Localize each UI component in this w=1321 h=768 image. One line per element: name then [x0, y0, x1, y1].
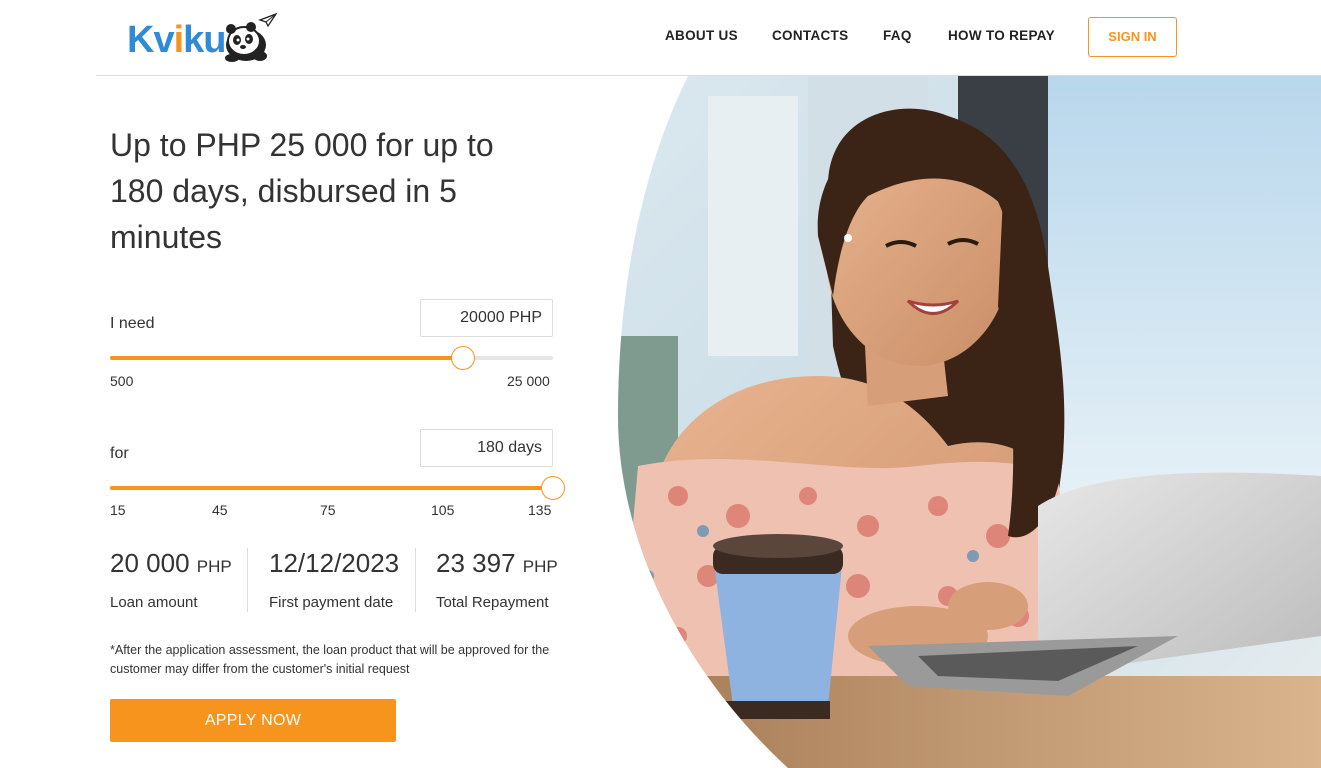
- sign-in-button[interactable]: SIGN IN: [1088, 17, 1177, 57]
- page-title: Up to PHP 25 000 for up to 180 days, dis…: [110, 127, 494, 255]
- nav-contacts[interactable]: CONTACTS: [772, 28, 848, 46]
- term-tick: 45: [212, 502, 228, 518]
- total-repayment-value: 23 397 PHP: [436, 548, 558, 578]
- amount-max-label: 25 000: [507, 373, 550, 389]
- header: Kviku ABOUT US CONTACTS FAQ HOW TO REPAY…: [0, 0, 1321, 76]
- currency-unit: PHP: [522, 557, 558, 576]
- currency-unit: PHP: [196, 557, 232, 576]
- term-label: for: [110, 445, 129, 462]
- amount-label: I need: [110, 315, 155, 332]
- amount-input[interactable]: 20000 PHP: [420, 299, 553, 337]
- first-payment-label: First payment date: [269, 594, 394, 611]
- amount-min-label: 500: [110, 373, 134, 389]
- term-tick: 105: [431, 502, 455, 518]
- term-tick-labels: 15 45 75 105 135: [110, 502, 558, 520]
- term-tick: 15: [110, 502, 126, 518]
- disclaimer-text: *After the application assessment, the l…: [110, 643, 550, 676]
- term-slider-handle[interactable]: [541, 476, 565, 500]
- logo-wordmark: Kviku: [127, 19, 227, 61]
- summary-divider: [247, 548, 248, 612]
- term-tick: 75: [320, 502, 336, 518]
- summary-divider: [415, 548, 416, 612]
- nav-how-to-repay[interactable]: HOW TO REPAY: [948, 28, 1055, 46]
- panda-logo-icon: [225, 12, 278, 62]
- amount-slider[interactable]: [110, 346, 553, 370]
- total-repayment-label: Total Repayment: [436, 594, 549, 611]
- apply-now-button[interactable]: APPLY NOW: [110, 699, 396, 742]
- first-payment-value: 12/12/2023: [269, 548, 400, 578]
- nav-about-us[interactable]: ABOUT US: [665, 28, 738, 46]
- amount-slider-handle[interactable]: [450, 346, 475, 370]
- kviku-logo[interactable]: Kviku: [127, 12, 278, 64]
- term-slider[interactable]: [110, 476, 565, 500]
- loan-amount-value: 20 000 PHP: [110, 548, 232, 578]
- amount-slider-fill: [110, 356, 463, 360]
- nav-faq[interactable]: FAQ: [883, 28, 912, 46]
- term-slider-fill: [110, 486, 553, 490]
- term-tick: 135: [528, 502, 552, 518]
- hero-photo-woman-with-laptop: [618, 76, 1321, 768]
- term-input[interactable]: 180 days: [420, 429, 553, 467]
- loan-amount-label: Loan amount: [110, 594, 198, 611]
